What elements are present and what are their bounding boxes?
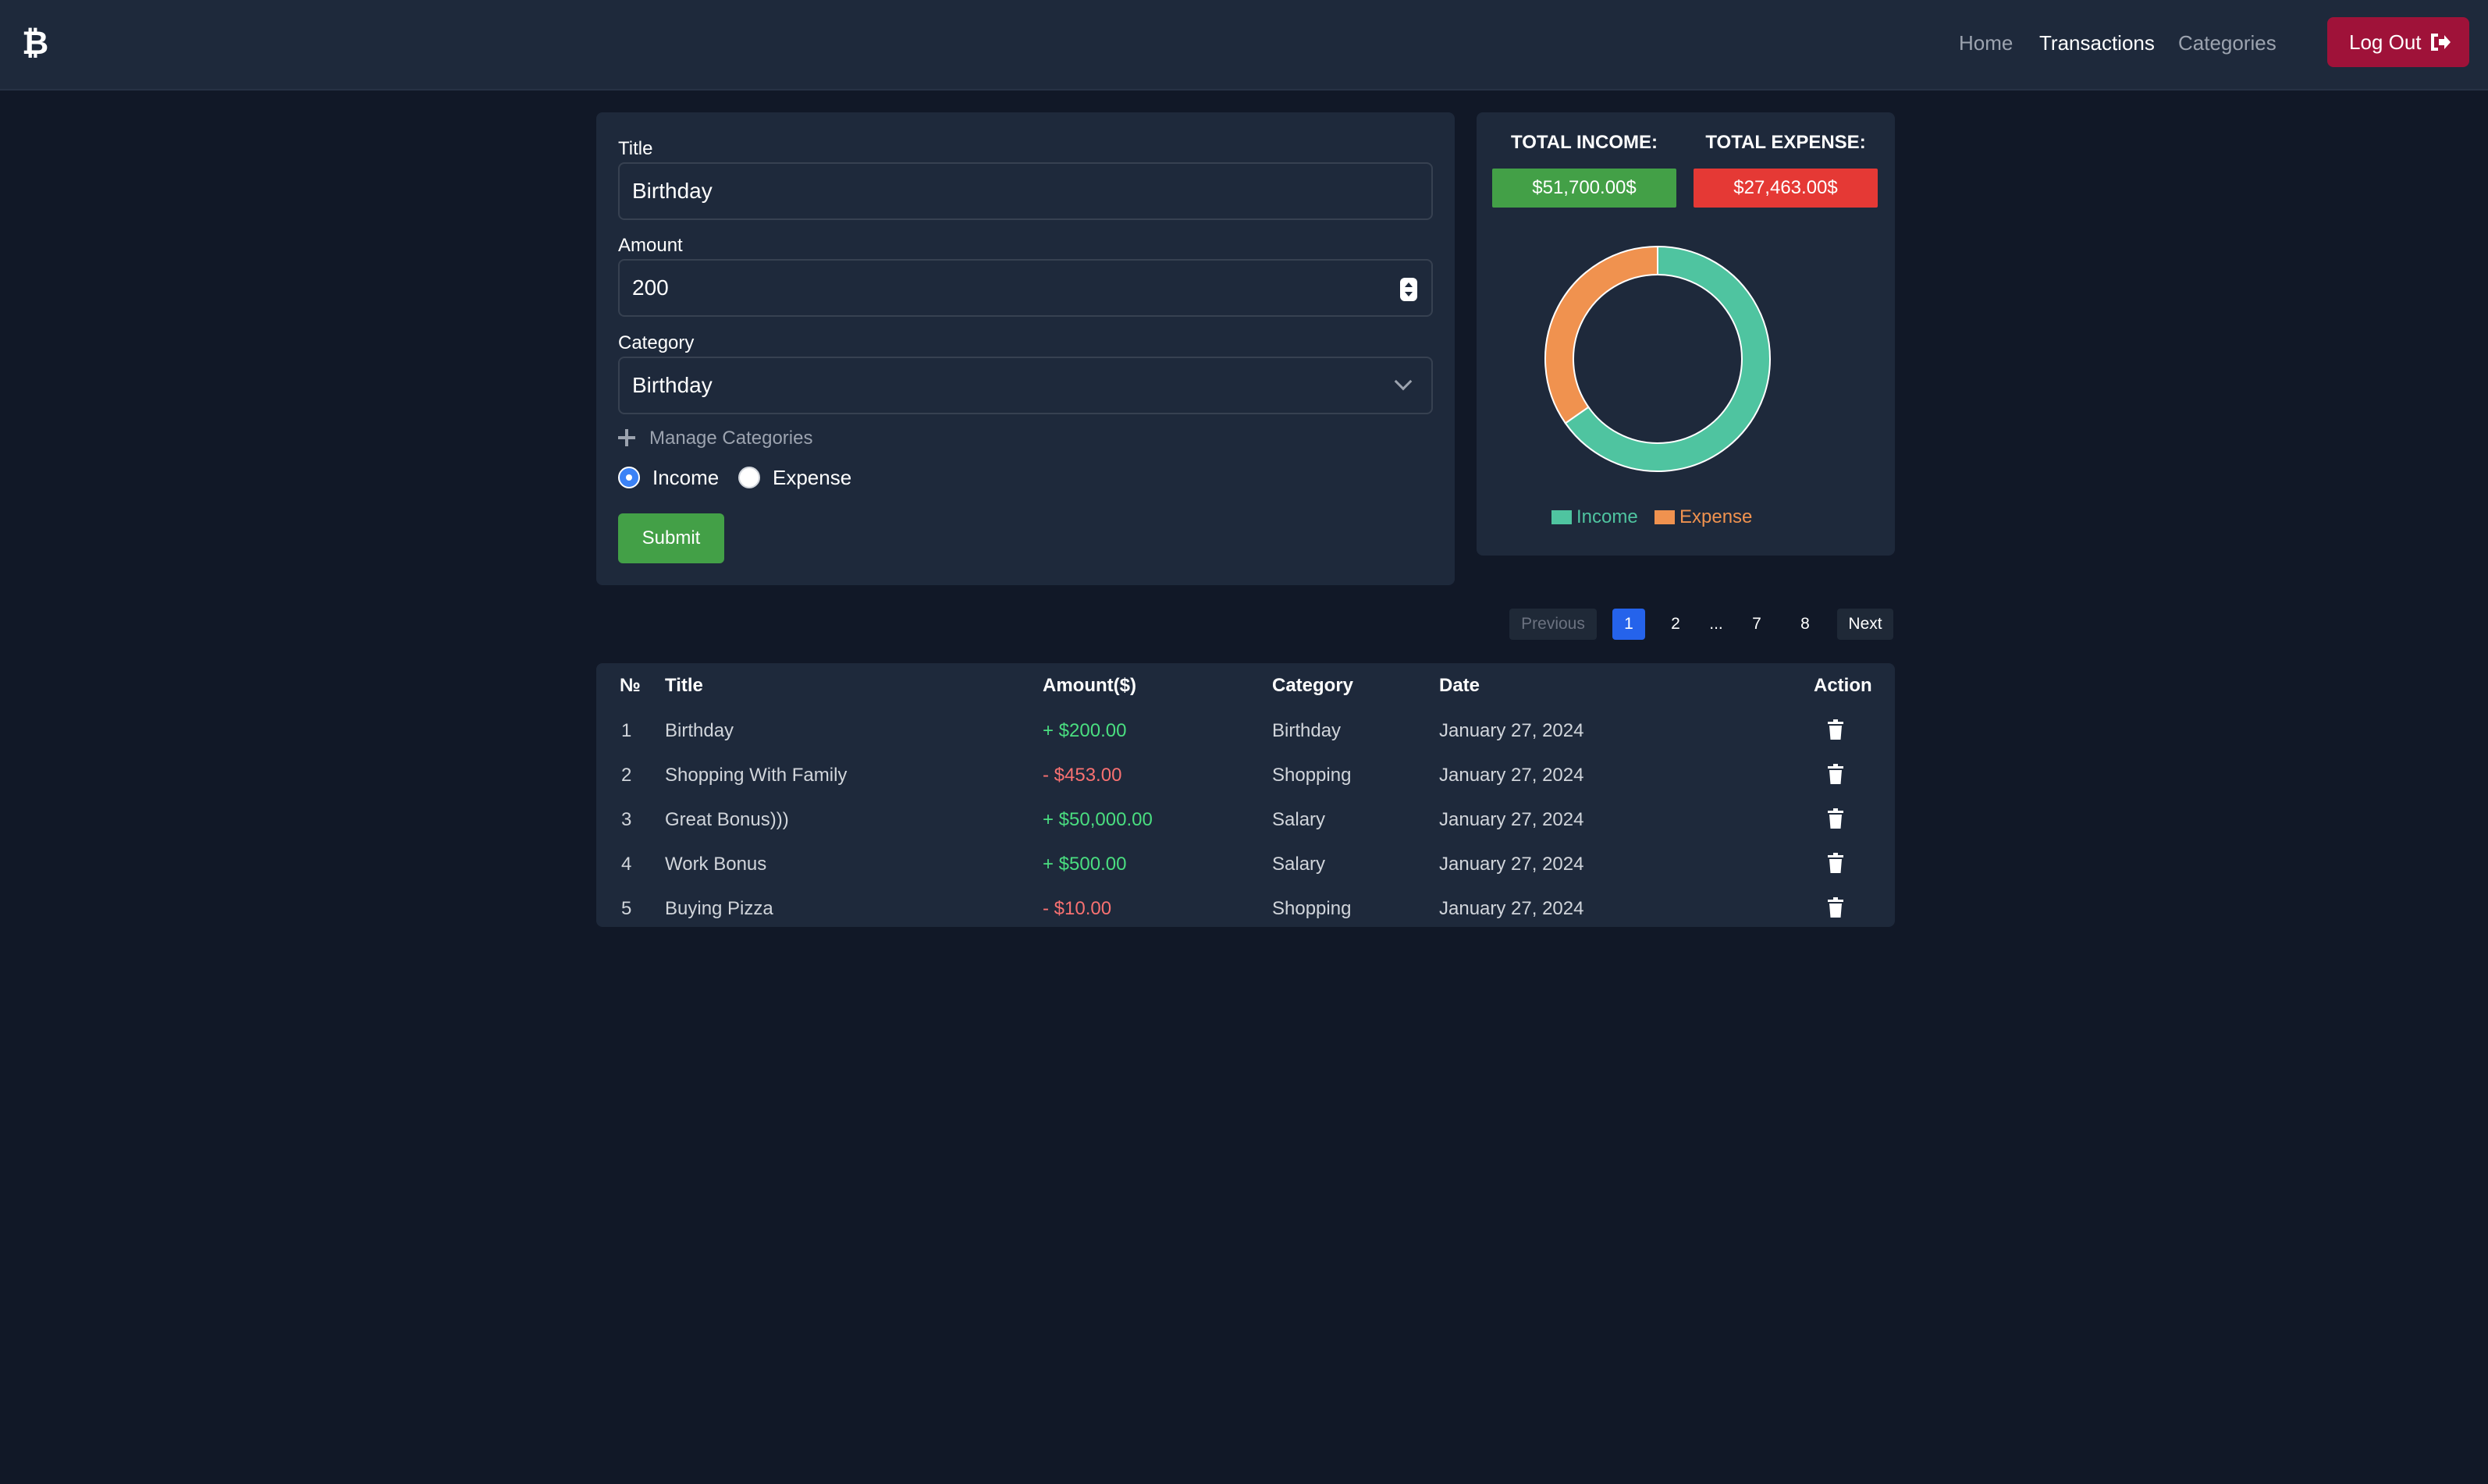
sign-out-icon <box>2431 34 2451 51</box>
row-amount: + $200.00 <box>1043 720 1127 741</box>
total-expense-title: TOTAL EXPENSE: <box>1705 132 1866 153</box>
expense-radio[interactable] <box>738 467 760 488</box>
trash-icon[interactable] <box>1828 853 1843 873</box>
row-category: Shopping <box>1272 765 1352 786</box>
bitcoin-icon[interactable]: ₿ <box>22 23 48 62</box>
row-category: Shopping <box>1272 898 1352 919</box>
trash-icon[interactable] <box>1828 764 1843 784</box>
row-date: January 27, 2024 <box>1439 854 1584 875</box>
row-date: January 27, 2024 <box>1439 765 1584 786</box>
total-expense-badge: $27,463.00$ <box>1694 169 1878 208</box>
legend-expense-label: Expense <box>1679 506 1753 527</box>
row-number: 4 <box>621 854 632 875</box>
column-header-action: Action <box>1814 675 1872 696</box>
transactions-table: № Title Amount($) Category Date Action 1… <box>596 663 1895 927</box>
income-radio-label[interactable]: Income <box>652 465 719 490</box>
row-amount: + $50,000.00 <box>1043 809 1153 830</box>
column-header-number: № <box>620 675 641 696</box>
top-navbar: ₿ Home Transactions Categories Log Out <box>0 0 2488 91</box>
total-income-badge: $51,700.00$ <box>1492 169 1676 208</box>
row-title: Buying Pizza <box>665 898 773 919</box>
logout-button[interactable]: Log Out <box>2327 17 2469 67</box>
amount-value: 200 <box>632 275 669 300</box>
row-amount: - $453.00 <box>1043 765 1122 786</box>
column-header-date: Date <box>1439 675 1480 696</box>
table-row: 5 Buying Pizza - $10.00 Shopping January 27,… <box>596 888 1895 932</box>
income-radio[interactable] <box>618 467 640 488</box>
legend-income-label: Income <box>1576 506 1638 527</box>
trash-icon[interactable] <box>1828 719 1843 740</box>
manage-categories-label: Manage Categories <box>649 428 813 449</box>
number-stepper-icon[interactable] <box>1400 278 1417 301</box>
row-title: Birthday <box>665 720 734 741</box>
title-input[interactable]: Birthday <box>618 162 1433 220</box>
pagination-next[interactable]: Next <box>1837 609 1893 640</box>
nav-home-link[interactable]: Home <box>1959 30 2013 56</box>
column-header-category: Category <box>1272 675 1354 696</box>
nav-categories-link[interactable]: Categories <box>2178 30 2277 56</box>
row-number: 1 <box>621 720 632 741</box>
pagination-previous[interactable]: Previous <box>1509 609 1597 640</box>
row-title: Work Bonus <box>665 854 767 875</box>
plus-icon <box>618 429 635 446</box>
table-row: 2 Shopping With Family - $453.00 Shopping Ja… <box>596 754 1895 798</box>
pagination-page-1[interactable]: 1 <box>1612 609 1645 640</box>
category-select[interactable]: Birthday <box>618 357 1433 414</box>
row-amount: + $500.00 <box>1043 854 1127 875</box>
row-title: Great Bonus))) <box>665 809 789 830</box>
table-row: 4 Work Bonus + $500.00 Salary January 27, 20… <box>596 843 1895 887</box>
legend-income-swatch <box>1551 510 1572 524</box>
row-number: 3 <box>621 809 632 830</box>
nav-transactions-link[interactable]: Transactions <box>2039 30 2155 56</box>
trash-icon[interactable] <box>1828 897 1843 918</box>
amount-label: Amount <box>618 235 683 256</box>
row-category: Birthday <box>1272 720 1342 741</box>
pagination-page-7[interactable]: 7 <box>1740 609 1773 640</box>
totals-card: TOTAL INCOME: TOTAL EXPENSE: $51,700.00$… <box>1477 112 1895 556</box>
donut-slice-expense[interactable] <box>1544 245 1658 424</box>
row-title: Shopping With Family <box>665 765 848 786</box>
transaction-form: Title Birthday Amount 200 Category Birth… <box>596 112 1455 585</box>
category-label: Category <box>618 332 695 353</box>
table-row: 3 Great Bonus))) + $50,000.00 Salary January… <box>596 799 1895 843</box>
row-category: Salary <box>1272 854 1326 875</box>
column-header-amount: Amount($) <box>1043 675 1136 696</box>
row-date: January 27, 2024 <box>1439 898 1584 919</box>
row-amount: - $10.00 <box>1043 898 1112 919</box>
pagination-page-8[interactable]: 8 <box>1789 609 1822 640</box>
row-date: January 27, 2024 <box>1439 809 1584 830</box>
logout-label: Log Out <box>2349 30 2422 54</box>
category-selected-value: Birthday <box>632 373 713 397</box>
trash-icon[interactable] <box>1828 808 1843 829</box>
row-number: 5 <box>621 898 632 919</box>
legend-income[interactable]: Income <box>1551 506 1653 529</box>
legend-expense-swatch <box>1655 510 1675 524</box>
table-row: 1 Birthday + $200.00 Birthday January 27, 20… <box>596 710 1895 754</box>
expense-radio-label[interactable]: Expense <box>773 465 851 490</box>
amount-input[interactable]: 200 <box>618 259 1433 317</box>
row-date: January 27, 2024 <box>1439 720 1584 741</box>
pagination-ellipsis: ... <box>1709 615 1723 633</box>
pagination-page-2[interactable]: 2 <box>1659 609 1692 640</box>
row-number: 2 <box>621 765 632 786</box>
title-label: Title <box>618 138 653 159</box>
income-expense-donut-chart <box>1544 245 1771 472</box>
column-header-title: Title <box>665 675 703 696</box>
chevron-down-icon <box>1394 372 1413 391</box>
total-income-title: TOTAL INCOME: <box>1511 132 1658 153</box>
legend-expense[interactable]: Expense <box>1655 506 1764 529</box>
row-category: Salary <box>1272 809 1326 830</box>
submit-button[interactable]: Submit <box>618 513 724 563</box>
